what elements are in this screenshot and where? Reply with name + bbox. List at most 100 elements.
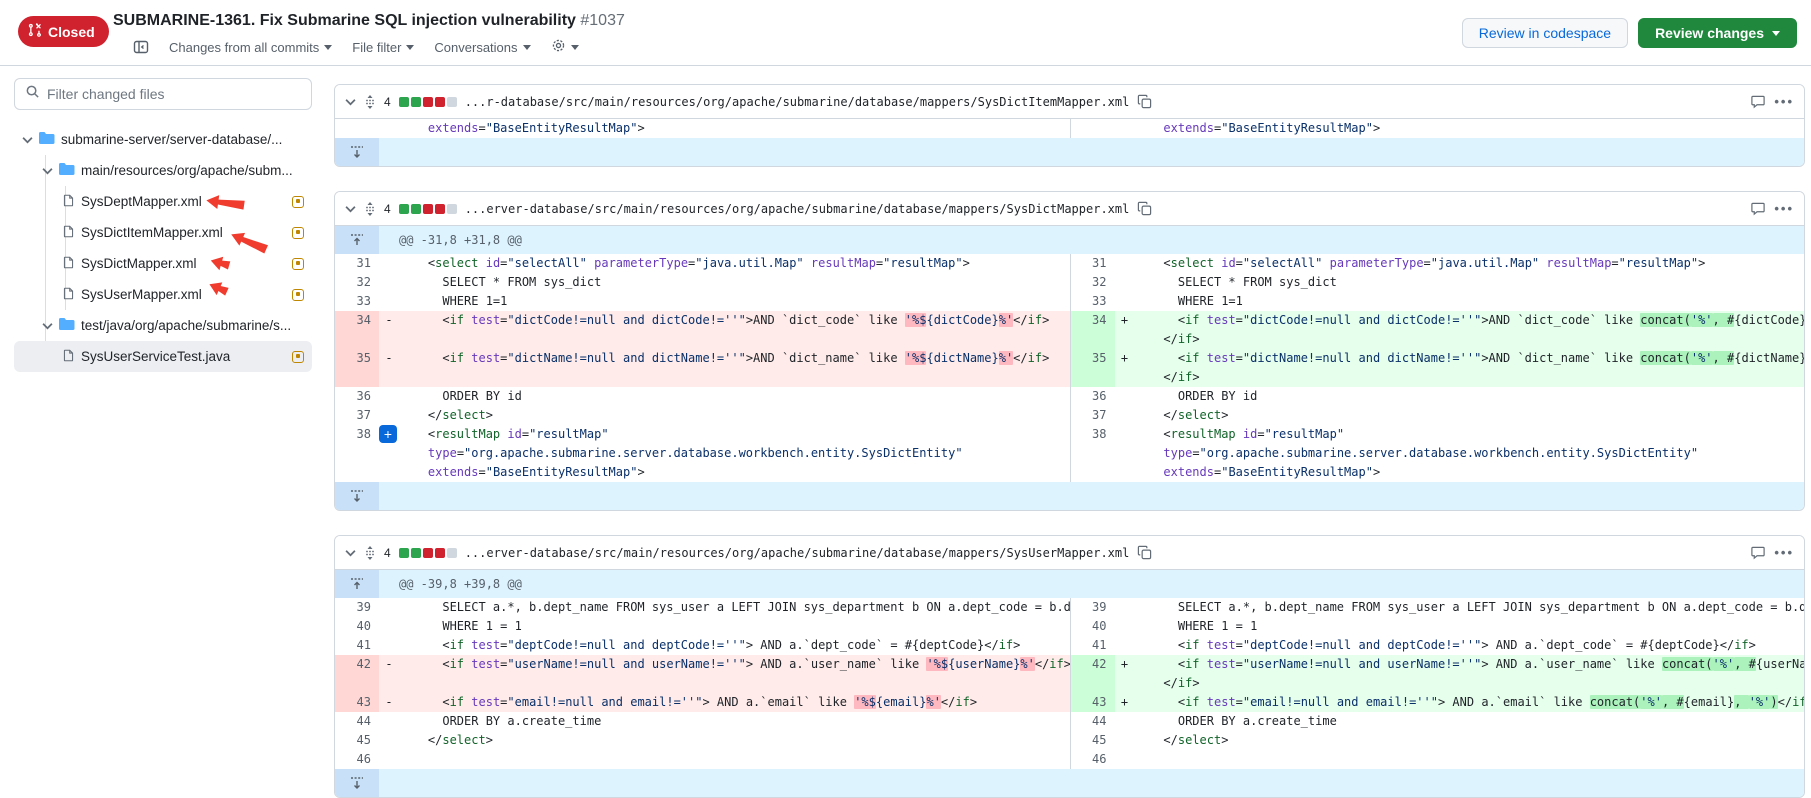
diff-settings-dropdown[interactable] [551, 38, 579, 56]
line-number[interactable] [335, 674, 379, 693]
line-number[interactable]: 37 [1071, 406, 1115, 425]
tree-file-sysdeptmapper-xml[interactable]: SysDeptMapper.xml [14, 186, 312, 217]
drag-handle-icon[interactable] [364, 202, 376, 216]
line-number[interactable]: 37 [335, 406, 379, 425]
line-number[interactable]: 45 [1071, 731, 1115, 750]
line-number[interactable]: 33 [1071, 292, 1115, 311]
diffstat-block [399, 204, 409, 214]
line-number[interactable]: 46 [335, 750, 379, 769]
comment-icon[interactable] [1750, 201, 1766, 216]
line-number[interactable]: 40 [335, 617, 379, 636]
diff-side-left [335, 674, 1070, 693]
code-line: extends="BaseEntityResultMap"> [399, 463, 1070, 482]
chevron-down-icon[interactable] [42, 163, 53, 178]
copy-path-icon[interactable] [1137, 545, 1152, 560]
drag-handle-icon[interactable] [364, 546, 376, 560]
conversations-dropdown[interactable]: Conversations [434, 40, 530, 55]
line-number[interactable]: 41 [335, 636, 379, 655]
tree-folder-submarine-server-server-database-[interactable]: submarine-server/server-database/... [14, 124, 312, 155]
sidebar-toggle-icon[interactable] [133, 39, 149, 55]
line-number[interactable] [1071, 330, 1115, 349]
line-number[interactable] [335, 444, 379, 463]
tree-file-sysdictitemmapper-xml[interactable]: SysDictItemMapper.xml [14, 217, 312, 248]
collapse-file-chevron-icon[interactable] [345, 205, 356, 213]
line-number[interactable]: 31 [1071, 254, 1115, 273]
diff-row: </if> [335, 674, 1804, 693]
line-number[interactable]: 44 [335, 712, 379, 731]
collapse-file-chevron-icon[interactable] [345, 549, 356, 557]
line-number[interactable]: 34 [1071, 311, 1115, 330]
line-number[interactable] [335, 368, 379, 387]
diff-sign [379, 292, 399, 311]
expand-down-button[interactable] [335, 482, 379, 510]
line-number[interactable]: 31 [335, 254, 379, 273]
review-changes-button[interactable]: Review changes [1638, 18, 1797, 48]
copy-path-icon[interactable] [1137, 94, 1152, 109]
line-number[interactable]: 39 [1071, 598, 1115, 617]
kebab-menu[interactable]: ••• [1774, 201, 1794, 216]
line-number[interactable] [335, 330, 379, 349]
modified-file-icon [292, 289, 304, 301]
tree-file-sysdictmapper-xml[interactable]: SysDictMapper.xml [14, 248, 312, 279]
line-number[interactable]: 39 [335, 598, 379, 617]
copy-path-icon[interactable] [1137, 201, 1152, 216]
drag-handle-icon[interactable] [364, 95, 376, 109]
line-number[interactable]: 38 [1071, 425, 1115, 444]
tree-folder-test-java-org-apache-submarine-s-[interactable]: test/java/org/apache/submarine/s... [14, 310, 312, 341]
add-comment-button[interactable]: + [379, 425, 397, 443]
expand-hunk-button[interactable] [335, 226, 379, 254]
kebab-menu[interactable]: ••• [1774, 94, 1794, 109]
kebab-menu[interactable]: ••• [1774, 545, 1794, 560]
line-number[interactable] [335, 119, 379, 138]
line-number[interactable]: 44 [1071, 712, 1115, 731]
line-number[interactable] [1071, 119, 1115, 138]
diff-sign [379, 254, 399, 273]
line-number[interactable]: 32 [1071, 273, 1115, 292]
line-number[interactable] [1071, 444, 1115, 463]
code-line [399, 750, 1070, 769]
chevron-down-icon[interactable] [22, 132, 33, 147]
line-number[interactable]: 43 [335, 693, 379, 712]
line-number[interactable]: 33 [335, 292, 379, 311]
tree-file-sysusermapper-xml[interactable]: SysUserMapper.xml [14, 279, 312, 310]
diffstat-block [411, 204, 421, 214]
tree-item-label: test/java/org/apache/submarine/s... [81, 318, 291, 333]
chevron-down-icon[interactable] [42, 318, 53, 333]
expand-down-button[interactable] [335, 769, 379, 797]
line-number[interactable] [1071, 368, 1115, 387]
tree-folder-main-resources-org-apache-subm-[interactable]: main/resources/org/apache/subm... [14, 155, 312, 186]
file-filter-dropdown[interactable]: File filter [352, 40, 414, 55]
line-number[interactable]: 45 [335, 731, 379, 750]
collapse-file-chevron-icon[interactable] [345, 98, 356, 106]
comment-icon[interactable] [1750, 94, 1766, 109]
line-number[interactable]: 41 [1071, 636, 1115, 655]
line-number[interactable] [1071, 674, 1115, 693]
code-line: ORDER BY a.create_time [1135, 712, 1805, 731]
expand-down-button[interactable] [335, 138, 379, 166]
code-line: </select> [399, 731, 1070, 750]
line-number[interactable]: 35 [1071, 349, 1115, 368]
changes-from-dropdown[interactable]: Changes from all commits [169, 40, 332, 55]
line-number[interactable]: 36 [1071, 387, 1115, 406]
line-number[interactable] [335, 463, 379, 482]
line-number[interactable]: 42 [1071, 655, 1115, 674]
diff-sign [379, 636, 399, 655]
file-filter-input[interactable] [47, 86, 301, 102]
line-number[interactable]: 32 [335, 273, 379, 292]
line-number[interactable]: 42 [335, 655, 379, 674]
comment-icon[interactable] [1750, 545, 1766, 560]
expand-hunk-button[interactable] [335, 570, 379, 598]
tree-file-sysuserservicetest-java[interactable]: SysUserServiceTest.java [14, 341, 312, 372]
line-number[interactable]: 36 [335, 387, 379, 406]
line-number[interactable]: 34 [335, 311, 379, 330]
line-number[interactable]: 38+ [335, 425, 379, 444]
line-number[interactable]: 40 [1071, 617, 1115, 636]
diff-sign [1115, 292, 1135, 311]
line-number[interactable]: 35 [335, 349, 379, 368]
diff-row: 41 <if test="deptCode!=null and deptCode… [335, 636, 1804, 655]
review-in-codespace-button[interactable]: Review in codespace [1462, 18, 1628, 48]
diff-side-right: extends="BaseEntityResultMap"> [1070, 463, 1805, 482]
line-number[interactable]: 46 [1071, 750, 1115, 769]
line-number[interactable] [1071, 463, 1115, 482]
line-number[interactable]: 43 [1071, 693, 1115, 712]
